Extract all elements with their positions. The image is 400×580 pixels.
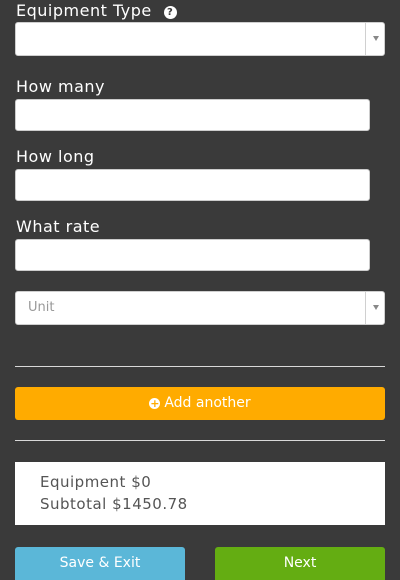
equipment-total: Equipment $0 [40,473,152,491]
unit-select[interactable]: Unit [15,291,385,325]
equipment-type-label: Equipment Type? [16,1,177,20]
subtotal: Subtotal $1450.78 [40,495,188,513]
equipment-type-dropdown-toggle[interactable] [365,23,384,55]
add-another-label: Add another [164,395,251,411]
divider-top [15,366,385,367]
how-many-label: How many [16,77,105,96]
what-rate-input[interactable] [15,239,370,271]
summary-panel: Equipment $0 Subtotal $1450.78 [15,462,385,525]
how-long-input[interactable] [15,169,370,201]
divider-bottom [15,440,385,441]
save-exit-button[interactable]: Save & Exit [15,547,185,580]
chevron-down-icon [373,305,379,310]
next-button[interactable]: Next [215,547,385,580]
how-long-label: How long [16,147,95,166]
unit-dropdown-toggle[interactable] [365,292,384,324]
what-rate-label: What rate [16,217,101,236]
next-label: Next [283,555,317,571]
how-many-input[interactable] [15,99,370,131]
add-another-button[interactable]: + Add another [15,387,385,420]
chevron-down-icon [373,36,379,41]
plus-circle-icon: + [149,397,161,410]
help-icon[interactable]: ? [163,6,177,19]
save-exit-label: Save & Exit [59,555,141,571]
equipment-type-select[interactable] [15,22,385,56]
equipment-type-label-text: Equipment Type [16,1,152,20]
unit-placeholder: Unit [28,300,55,315]
